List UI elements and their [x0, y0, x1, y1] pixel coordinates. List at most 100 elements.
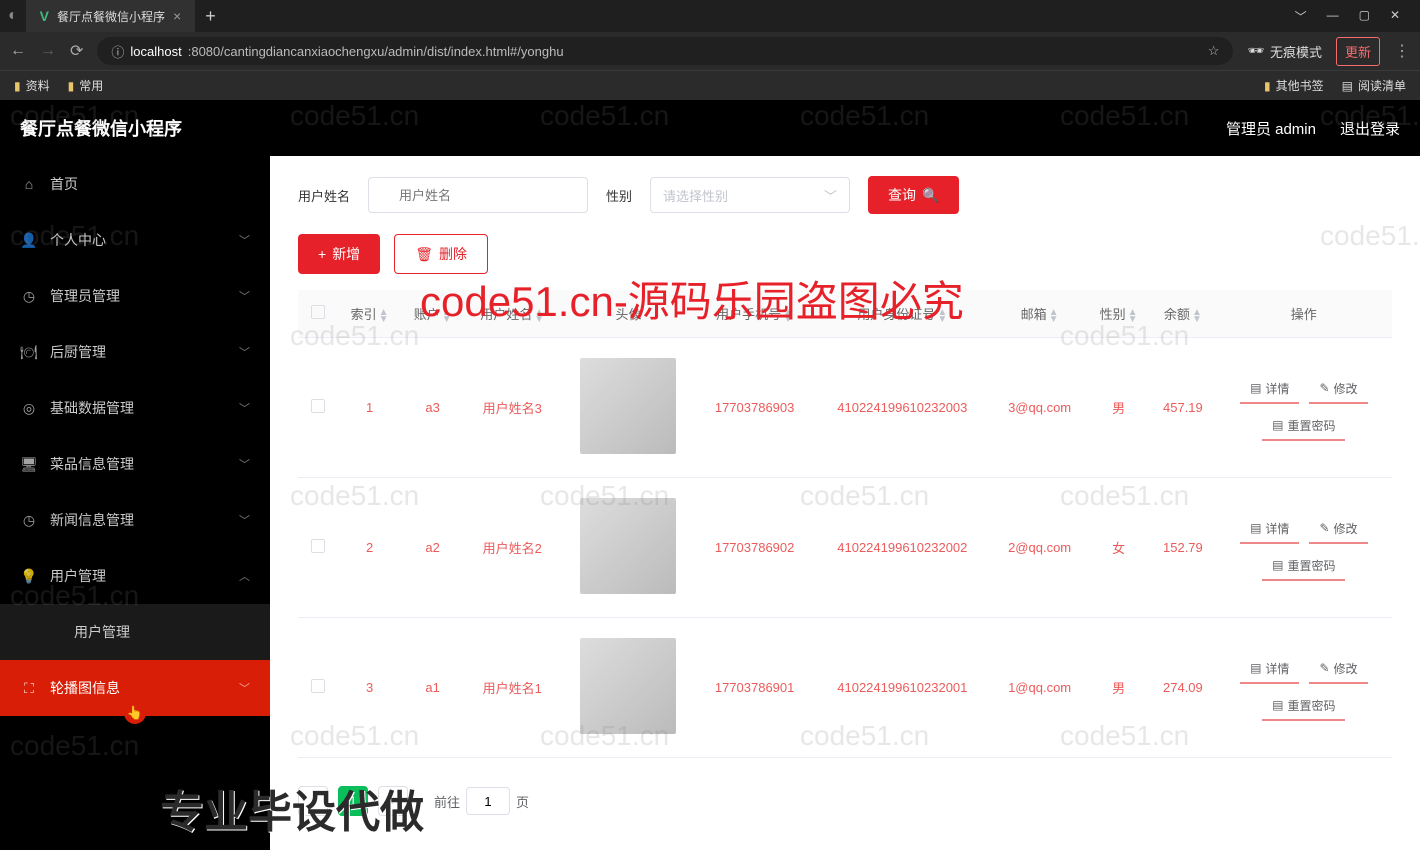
chevron-icon: ﹀	[239, 512, 250, 528]
edit-button[interactable]: ✎修改	[1309, 515, 1367, 544]
main-content: 用户姓名 🔍 性别 请选择性别 ﹀ 查询 🔍 +新增 🗑删除 索引▲▼账户▲▼用…	[270, 156, 1420, 850]
url-domain: localhost	[130, 44, 181, 59]
sidebar-item-轮播图信息[interactable]: ⛶轮播图信息﹀👆	[0, 660, 270, 716]
other-bookmarks[interactable]: ▮其他书签	[1264, 77, 1324, 94]
column-header[interactable]: 用户身份证号▲▼	[812, 290, 992, 338]
sidebar-icon: ◷	[20, 288, 38, 305]
sidebar-item-label: 基础数据管理	[50, 398, 134, 418]
detail-icon: ▤	[1250, 661, 1261, 675]
column-header[interactable]: 用户姓名▲▼	[464, 290, 560, 338]
reset-pwd-button[interactable]: ▤重置密码	[1262, 552, 1345, 581]
next-page-button[interactable]: ›	[378, 786, 408, 816]
sort-icon: ▲▼	[937, 309, 947, 323]
bookmark-folder[interactable]: ▮资料	[14, 77, 50, 94]
sidebar-item-用户管理[interactable]: 用户管理	[0, 604, 270, 660]
avatar	[580, 638, 676, 734]
url-bar[interactable]: ⓘ localhost:8080/cantingdiancanxiaocheng…	[97, 37, 1233, 65]
delete-button[interactable]: 🗑删除	[394, 234, 488, 274]
sidebar-item-后厨管理[interactable]: 🍽后厨管理﹀	[0, 324, 270, 380]
cell-username: 用户姓名1	[464, 618, 560, 758]
search-button[interactable]: 查询 🔍	[868, 176, 959, 214]
menu-icon[interactable]: ⋮	[1394, 41, 1410, 61]
row-checkbox[interactable]	[311, 399, 325, 413]
edit-button[interactable]: ✎修改	[1309, 655, 1367, 684]
browser-tab[interactable]: V 餐厅点餐微信小程序 ×	[26, 0, 196, 32]
back-icon[interactable]: ←	[10, 42, 26, 60]
row-checkbox[interactable]	[311, 679, 325, 693]
edit-icon: ✎	[1319, 521, 1329, 535]
column-header[interactable]: 用户手机号▲▼	[697, 290, 813, 338]
column-header[interactable]: 邮箱▲▼	[992, 290, 1087, 338]
sidebar-item-label: 用户管理	[74, 622, 130, 642]
info-icon: ⓘ	[111, 42, 124, 61]
sort-icon: ▲▼	[1049, 309, 1059, 323]
cell-email: 2@qq.com	[992, 478, 1087, 618]
edit-icon: ✎	[1319, 381, 1329, 395]
row-checkbox[interactable]	[311, 539, 325, 553]
column-header[interactable]: 性别▲▼	[1087, 290, 1150, 338]
chevron-icon: ﹀	[239, 456, 250, 472]
sidebar-item-首页[interactable]: ⌂首页	[0, 156, 270, 212]
gender-filter-select[interactable]: 请选择性别 ﹀	[650, 177, 850, 213]
forward-icon[interactable]: →	[40, 42, 56, 60]
new-tab-button[interactable]: +	[195, 6, 226, 27]
name-filter-input[interactable]	[368, 177, 588, 213]
sidebar-item-菜品信息管理[interactable]: 🖥菜品信息管理﹀	[0, 436, 270, 492]
minimize-icon[interactable]: ﹀	[1295, 8, 1307, 25]
edit-button[interactable]: ✎修改	[1309, 375, 1367, 404]
close-window-icon[interactable]: ✕	[1390, 8, 1400, 25]
admin-label[interactable]: 管理员 admin	[1226, 118, 1316, 139]
goto-page-input[interactable]	[466, 787, 510, 815]
column-header[interactable]: 索引▲▼	[338, 290, 401, 338]
page-1-button[interactable]: 1	[338, 786, 368, 816]
column-header[interactable]: 操作	[1216, 290, 1392, 338]
prev-page-button[interactable]: ‹	[298, 786, 328, 816]
sidebar: ⌂首页👤个人中心﹀◷管理员管理﹀🍽后厨管理﹀◎基础数据管理﹀🖥菜品信息管理﹀◷新…	[0, 156, 270, 850]
table-row: 1 a3 用户姓名3 17703786903 41022419961023200…	[298, 338, 1392, 478]
tab-bar: ◐ V 餐厅点餐微信小程序 × + ﹀ — ▢ ✕	[0, 0, 1420, 32]
select-all-checkbox[interactable]	[311, 305, 325, 319]
sidebar-item-新闻信息管理[interactable]: ◷新闻信息管理﹀	[0, 492, 270, 548]
cell-email: 3@qq.com	[992, 338, 1087, 478]
trash-icon: 🗑	[415, 246, 433, 263]
column-header[interactable]: 头像	[560, 290, 697, 338]
avatar	[580, 498, 676, 594]
cell-account: a2	[401, 478, 464, 618]
sidebar-item-label: 个人中心	[50, 230, 106, 250]
tab-title: 餐厅点餐微信小程序	[57, 8, 165, 25]
maximize-icon[interactable]: ▢	[1359, 8, 1370, 25]
minimize-icon[interactable]: —	[1327, 8, 1339, 25]
sidebar-icon: ⛶	[20, 680, 38, 697]
reload-icon[interactable]: ⟳	[70, 41, 83, 61]
sidebar-item-基础数据管理[interactable]: ◎基础数据管理﹀	[0, 380, 270, 436]
close-icon[interactable]: ×	[173, 8, 181, 24]
cursor-icon: 👆	[124, 702, 146, 724]
sidebar-item-管理员管理[interactable]: ◷管理员管理﹀	[0, 268, 270, 324]
list-icon: ▤	[1342, 79, 1353, 93]
add-button[interactable]: +新增	[298, 234, 380, 274]
sidebar-item-个人中心[interactable]: 👤个人中心﹀	[0, 212, 270, 268]
detail-button[interactable]: ▤详情	[1240, 655, 1299, 684]
cell-phone: 17703786901	[697, 618, 813, 758]
chevron-icon: ﹀	[239, 680, 250, 696]
bookmark-folder[interactable]: ▮常用	[68, 77, 104, 94]
table-row: 3 a1 用户姓名1 17703786901 41022419961023200…	[298, 618, 1392, 758]
column-header[interactable]: 账户▲▼	[401, 290, 464, 338]
cell-phone: 17703786902	[697, 478, 813, 618]
chevron-icon: ﹀	[239, 288, 250, 304]
reset-pwd-button[interactable]: ▤重置密码	[1262, 692, 1345, 721]
sidebar-item-label: 首页	[50, 174, 78, 194]
sidebar-item-用户管理[interactable]: 💡用户管理︿	[0, 548, 270, 604]
logout-button[interactable]: 退出登录	[1340, 118, 1400, 139]
reset-pwd-button[interactable]: ▤重置密码	[1262, 412, 1345, 441]
sidebar-item-label: 轮播图信息	[50, 678, 120, 698]
action-row: +新增 🗑删除	[298, 234, 1392, 274]
detail-button[interactable]: ▤详情	[1240, 375, 1299, 404]
app-title: 餐厅点餐微信小程序	[20, 115, 182, 141]
update-button[interactable]: 更新	[1336, 37, 1380, 66]
reading-list[interactable]: ▤阅读清单	[1342, 77, 1406, 94]
star-icon[interactable]: ☆	[1208, 43, 1220, 59]
column-header[interactable]: 余额▲▼	[1150, 290, 1215, 338]
detail-button[interactable]: ▤详情	[1240, 515, 1299, 544]
folder-icon: ▮	[68, 79, 75, 93]
